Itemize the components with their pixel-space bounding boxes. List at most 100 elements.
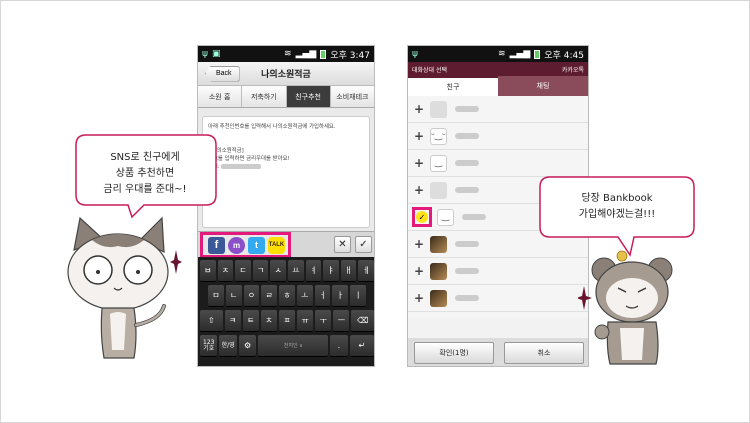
- key[interactable]: ㅗ: [296, 285, 313, 307]
- key[interactable]: ㅑ: [323, 260, 339, 282]
- back-button[interactable]: Back: [205, 65, 240, 82]
- kakaotalk-icon[interactable]: TALK: [268, 236, 285, 254]
- key[interactable]: ㅂ: [200, 260, 216, 282]
- list-item[interactable]: +: [408, 258, 588, 285]
- keyboard-row: 123 기호 한/영 ⚙ 천지인 ∨ . ↵: [200, 335, 374, 357]
- tab-friends[interactable]: 친구: [408, 76, 498, 96]
- avatar: [430, 181, 447, 199]
- share-toolbar: f m t TALK ✕ ✓: [198, 231, 374, 258]
- message-line: [: [208, 139, 364, 147]
- key[interactable]: ㅌ: [242, 310, 259, 332]
- keyboard-row: ⇧ ㅋ ㅌ ㅊ ㅍ ㅠ ㅜ ㅡ ⌫: [199, 310, 374, 332]
- plus-icon[interactable]: +: [413, 102, 425, 116]
- usb-icon: ψ: [202, 49, 208, 59]
- key[interactable]: ㅅ: [270, 260, 286, 282]
- shift-key[interactable]: ⇧: [199, 310, 223, 332]
- phone-savings-app: ψ ▣ ≋ ▂▄▆ 오후 3:47 Back 나의소원적금 소원 홈 저축하기 …: [197, 45, 375, 367]
- backspace-key[interactable]: ⌫: [351, 310, 374, 332]
- key[interactable]: ㅠ: [297, 310, 314, 332]
- list-item[interactable]: + ᵕ‿ᵕ: [408, 123, 588, 150]
- bubble-text: SNS로 친구에게 상품 추천하면 금리 우대를 준대~!: [80, 150, 210, 198]
- plus-icon[interactable]: +: [413, 264, 425, 278]
- number-symbol-key[interactable]: 123 기호: [200, 335, 218, 357]
- wifi-icon: ≋: [284, 49, 292, 59]
- period-key[interactable]: .: [330, 335, 348, 357]
- redacted-name: [455, 106, 479, 112]
- kakao-header: 대화상대 선택 카카오톡: [408, 62, 588, 76]
- key[interactable]: ㅛ: [288, 260, 304, 282]
- messenger-icon[interactable]: m: [228, 236, 245, 254]
- key[interactable]: ㅊ: [260, 310, 277, 332]
- list-item[interactable]: +: [408, 96, 588, 123]
- message-textarea[interactable]: 아래 추천인번호를 입력해서 나의소원적금에 가입하세요. [ [ 나의소원적금…: [202, 116, 370, 228]
- key[interactable]: ㄱ: [252, 260, 269, 282]
- close-button[interactable]: ✕: [334, 236, 351, 253]
- key[interactable]: ㅜ: [315, 310, 332, 332]
- key[interactable]: ㅁ: [207, 285, 224, 307]
- key[interactable]: ㅡ: [333, 310, 350, 332]
- confirm-button[interactable]: 확인(1명): [414, 342, 494, 364]
- key[interactable]: ㅇ: [243, 285, 260, 307]
- tab-recommend-friend[interactable]: 친구추천: [286, 86, 331, 107]
- plus-icon[interactable]: +: [413, 237, 425, 251]
- battery-icon: [320, 49, 327, 59]
- key[interactable]: ㅏ: [332, 285, 349, 307]
- cat-mascot: [52, 210, 182, 365]
- plus-icon[interactable]: +: [413, 291, 425, 305]
- image-icon: ▣: [211, 49, 221, 59]
- tab-wish-home[interactable]: 소원 홈: [198, 86, 243, 107]
- list-separator: L: [408, 312, 588, 318]
- bear-illustration: [576, 250, 673, 365]
- language-key[interactable]: 한/영: [219, 335, 237, 357]
- cancel-button[interactable]: 취소: [504, 342, 584, 364]
- twitter-icon[interactable]: t: [248, 236, 265, 254]
- plus-icon[interactable]: +: [413, 183, 425, 197]
- key[interactable]: ㅎ: [279, 285, 295, 307]
- avatar: ‿: [430, 154, 447, 172]
- key[interactable]: ㄷ: [235, 260, 251, 282]
- cat-illustration: [67, 216, 182, 359]
- key[interactable]: ㅔ: [358, 260, 374, 282]
- redacted-name: [462, 214, 486, 220]
- signal-icon: ▂▄▆: [509, 49, 531, 59]
- sns-share-highlight: f m t TALK: [200, 232, 291, 258]
- key[interactable]: ㅋ: [224, 310, 241, 332]
- status-bar: ψ ≋ ▂▄▆ 오후 4:45: [408, 46, 588, 62]
- avatar: ᵕ‿ᵕ: [430, 127, 447, 145]
- tab-saving[interactable]: 저축하기: [242, 86, 287, 107]
- key[interactable]: ㅕ: [305, 260, 322, 282]
- avatar: [430, 235, 447, 253]
- status-bar: ψ ▣ ≋ ▂▄▆ 오후 3:47: [198, 46, 374, 62]
- avatar: ‿: [437, 208, 454, 226]
- key[interactable]: ㄴ: [225, 285, 242, 307]
- facebook-icon[interactable]: f: [208, 236, 225, 254]
- redacted-number: [221, 164, 262, 169]
- redacted-name: [455, 133, 479, 139]
- bubble-line: 금리 우대를 준대~!: [103, 184, 187, 195]
- key[interactable]: ㄹ: [261, 285, 278, 307]
- status-time: 오후 3:47: [330, 50, 370, 61]
- tab-chats[interactable]: 채팅: [498, 76, 588, 96]
- space-key[interactable]: 천지인 ∨: [258, 335, 329, 357]
- symbol-key-label: 기호: [203, 344, 215, 352]
- message-line: 번호를 입력하면 금리우대를 받아요!: [208, 156, 290, 162]
- list-item[interactable]: + ‿: [408, 150, 588, 177]
- redacted-name: [455, 241, 479, 247]
- confirm-button[interactable]: ✓: [355, 236, 372, 253]
- key[interactable]: ㅍ: [278, 310, 296, 332]
- list-item[interactable]: +: [408, 285, 588, 312]
- key[interactable]: ㅣ: [350, 285, 367, 307]
- key[interactable]: ㅈ: [217, 260, 234, 282]
- plus-icon[interactable]: +: [413, 129, 425, 143]
- notification-icons: ψ ▣: [202, 49, 220, 59]
- key[interactable]: ㅓ: [314, 285, 331, 307]
- tab-consumer-finance[interactable]: 소비재테크: [330, 86, 374, 107]
- avatar: [430, 289, 447, 307]
- key[interactable]: ㅐ: [340, 260, 357, 282]
- enter-key[interactable]: ↵: [349, 335, 374, 357]
- message-line: [ 나의소원적금]: [208, 148, 244, 154]
- settings-key[interactable]: ⚙: [238, 335, 257, 357]
- selected-check-highlight[interactable]: ✓: [412, 207, 432, 227]
- redacted-name: [455, 160, 479, 166]
- plus-icon[interactable]: +: [413, 156, 425, 170]
